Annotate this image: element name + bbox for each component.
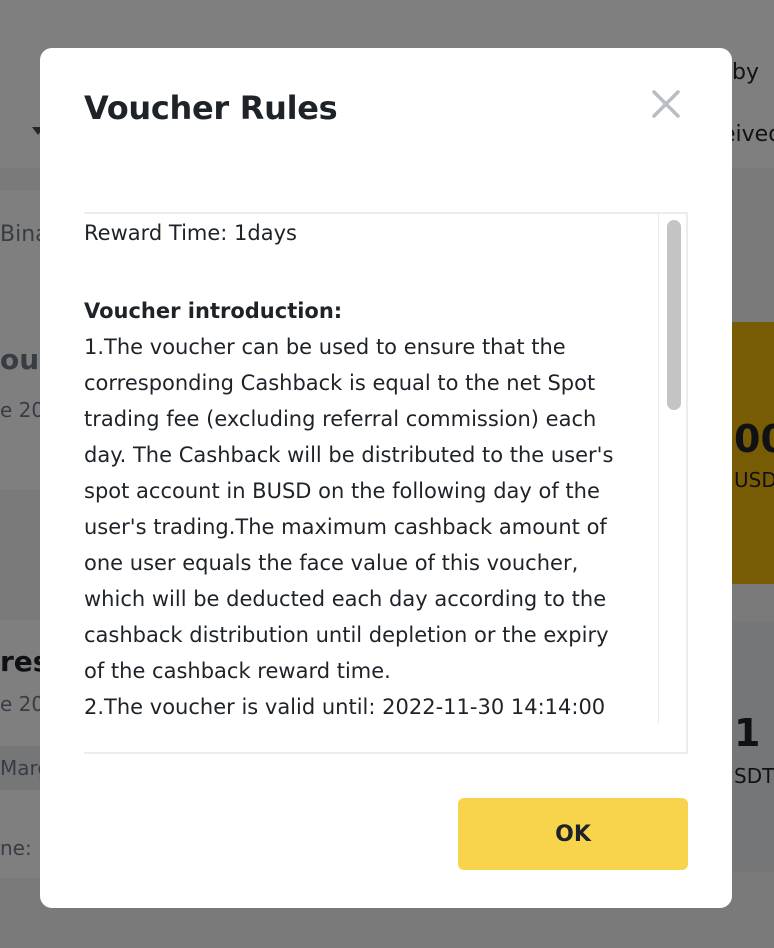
- rules-line: 2.The voucher is valid until: 2022-11-30…: [84, 695, 606, 719]
- rules-line: trading fee (excluding referral commissi…: [84, 407, 597, 431]
- rules-line: user's trading.The maximum cashback amou…: [84, 515, 607, 539]
- close-button[interactable]: [648, 86, 684, 122]
- rules-line: day. The Cashback will be distributed to…: [84, 443, 614, 467]
- scrollbar-thumb[interactable]: [667, 220, 681, 410]
- rules-line: spot account in BUSD on the following da…: [84, 479, 600, 503]
- scrollbar-track[interactable]: [658, 214, 686, 724]
- intro-heading: Voucher introduction:: [84, 299, 343, 323]
- modal-title: Voucher Rules: [84, 89, 338, 127]
- close-icon: [652, 90, 680, 118]
- voucher-rules-modal: Voucher Rules Reward Time: 1days Voucher…: [40, 48, 732, 908]
- rules-line: 1.The voucher can be used to ensure that…: [84, 335, 566, 359]
- ok-button[interactable]: OK: [458, 798, 688, 870]
- rules-line: which will be deducted each day accordin…: [84, 587, 607, 611]
- rules-line: cashback distribution until depletion or…: [84, 623, 609, 647]
- rules-spacer: [84, 251, 654, 293]
- rules-line: one user equals the face value of this v…: [84, 551, 579, 575]
- reward-time-text: Reward Time: 1days: [84, 221, 297, 245]
- rules-content: Reward Time: 1days Voucher introduction:…: [84, 214, 654, 738]
- rules-line: of the cashback reward time.: [84, 659, 391, 683]
- rules-scroll-area[interactable]: Reward Time: 1days Voucher introduction:…: [84, 212, 688, 754]
- rules-line: corresponding Cashback is equal to the n…: [84, 371, 596, 395]
